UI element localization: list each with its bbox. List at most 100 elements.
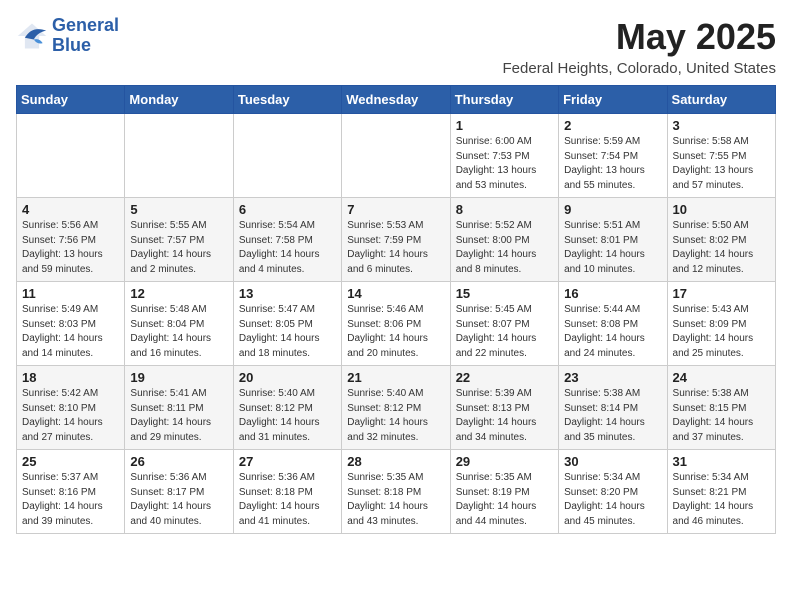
day-info: Sunrise: 5:36 AM Sunset: 8:17 PM Dayligh…: [130, 471, 227, 529]
day-number: 19: [130, 370, 227, 385]
weekday-header-tuesday: Tuesday: [233, 86, 341, 114]
day-number: 10: [673, 202, 770, 217]
day-info: Sunrise: 5:51 AM Sunset: 8:01 PM Dayligh…: [564, 219, 661, 277]
day-number: 17: [673, 286, 770, 301]
day-cell: 12 Sunrise: 5:48 AM Sunset: 8:04 PM Dayli…: [125, 282, 233, 366]
day-info: Sunrise: 5:48 AM Sunset: 8:04 PM Dayligh…: [130, 303, 227, 361]
day-info: Sunrise: 5:34 AM Sunset: 8:21 PM Dayligh…: [673, 471, 770, 529]
day-info: Sunrise: 5:43 AM Sunset: 8:09 PM Dayligh…: [673, 303, 770, 361]
day-number: 16: [564, 286, 661, 301]
day-cell: 28 Sunrise: 5:35 AM Sunset: 8:18 PM Dayli…: [342, 450, 450, 534]
day-number: 24: [673, 370, 770, 385]
day-cell: 23 Sunrise: 5:38 AM Sunset: 8:14 PM Dayli…: [559, 366, 667, 450]
weekday-header-thursday: Thursday: [450, 86, 558, 114]
day-info: Sunrise: 5:47 AM Sunset: 8:05 PM Dayligh…: [239, 303, 336, 361]
day-info: Sunrise: 5:38 AM Sunset: 8:15 PM Dayligh…: [673, 387, 770, 445]
day-cell: 19 Sunrise: 5:41 AM Sunset: 8:11 PM Dayli…: [125, 366, 233, 450]
day-cell: 27Sunrise: 5:36 AM Sunset: 8:18 PM Dayli…: [233, 450, 341, 534]
day-cell: 21Sunrise: 5:40 AM Sunset: 8:12 PM Dayli…: [342, 366, 450, 450]
day-cell: 15 Sunrise: 5:45 AM Sunset: 8:07 PM Dayli…: [450, 282, 558, 366]
day-cell: 13Sunrise: 5:47 AM Sunset: 8:05 PM Dayli…: [233, 282, 341, 366]
day-number: 11: [22, 286, 119, 301]
title-block: May 2025 Federal Heights, Colorado, Unit…: [503, 16, 776, 77]
day-info: Sunrise: 5:59 AM Sunset: 7:54 PM Dayligh…: [564, 135, 661, 193]
day-cell: 1 Sunrise: 6:00 AM Sunset: 7:53 PM Daylig…: [450, 114, 558, 198]
day-info: Sunrise: 5:35 AM Sunset: 8:19 PM Dayligh…: [456, 471, 553, 529]
logo-icon: [16, 20, 48, 52]
day-number: 2: [564, 118, 661, 133]
day-cell: 4 Sunrise: 5:56 AM Sunset: 7:56 PM Daylig…: [17, 198, 125, 282]
day-number: 28: [347, 454, 444, 469]
day-info: Sunrise: 6:00 AM Sunset: 7:53 PM Dayligh…: [456, 135, 553, 193]
week-row-2: 4 Sunrise: 5:56 AM Sunset: 7:56 PM Daylig…: [17, 198, 776, 282]
day-cell: 16 Sunrise: 5:44 AM Sunset: 8:08 PM Dayli…: [559, 282, 667, 366]
day-cell: 20Sunrise: 5:40 AM Sunset: 8:12 PM Dayli…: [233, 366, 341, 450]
weekday-header-sunday: Sunday: [17, 86, 125, 114]
day-number: 15: [456, 286, 553, 301]
day-number: 22: [456, 370, 553, 385]
day-number: 23: [564, 370, 661, 385]
day-info: Sunrise: 5:35 AM Sunset: 8:18 PM Dayligh…: [347, 471, 444, 529]
day-number: 27: [239, 454, 336, 469]
day-cell: 11 Sunrise: 5:49 AM Sunset: 8:03 PM Dayli…: [17, 282, 125, 366]
day-info: Sunrise: 5:38 AM Sunset: 8:14 PM Dayligh…: [564, 387, 661, 445]
day-cell: 3Sunrise: 5:58 AM Sunset: 7:55 PM Daylig…: [667, 114, 775, 198]
day-cell: [342, 114, 450, 198]
logo: General Blue: [16, 16, 119, 56]
week-row-5: 25Sunrise: 5:37 AM Sunset: 8:16 PM Dayli…: [17, 450, 776, 534]
logo-text: General Blue: [52, 16, 119, 56]
day-number: 9: [564, 202, 661, 217]
day-info: Sunrise: 5:34 AM Sunset: 8:20 PM Dayligh…: [564, 471, 661, 529]
day-number: 14: [347, 286, 444, 301]
day-cell: 9 Sunrise: 5:51 AM Sunset: 8:01 PM Daylig…: [559, 198, 667, 282]
weekday-header-friday: Friday: [559, 86, 667, 114]
day-info: Sunrise: 5:42 AM Sunset: 8:10 PM Dayligh…: [22, 387, 119, 445]
location: Federal Heights, Colorado, United States: [503, 60, 776, 77]
day-number: 8: [456, 202, 553, 217]
day-number: 6: [239, 202, 336, 217]
day-cell: [233, 114, 341, 198]
day-number: 1: [456, 118, 553, 133]
day-info: Sunrise: 5:44 AM Sunset: 8:08 PM Dayligh…: [564, 303, 661, 361]
day-info: Sunrise: 5:41 AM Sunset: 8:11 PM Dayligh…: [130, 387, 227, 445]
day-number: 29: [456, 454, 553, 469]
day-cell: [125, 114, 233, 198]
day-info: Sunrise: 5:56 AM Sunset: 7:56 PM Dayligh…: [22, 219, 119, 277]
day-cell: 22 Sunrise: 5:39 AM Sunset: 8:13 PM Dayli…: [450, 366, 558, 450]
page-header: General Blue May 2025 Federal Heights, C…: [16, 16, 776, 77]
day-cell: 2 Sunrise: 5:59 AM Sunset: 7:54 PM Daylig…: [559, 114, 667, 198]
weekday-header-wednesday: Wednesday: [342, 86, 450, 114]
day-number: 4: [22, 202, 119, 217]
weekday-header-row: SundayMondayTuesdayWednesdayThursdayFrid…: [17, 86, 776, 114]
day-number: 26: [130, 454, 227, 469]
day-cell: [17, 114, 125, 198]
day-info: Sunrise: 5:58 AM Sunset: 7:55 PM Dayligh…: [673, 135, 770, 193]
day-cell: 14 Sunrise: 5:46 AM Sunset: 8:06 PM Dayli…: [342, 282, 450, 366]
day-info: Sunrise: 5:40 AM Sunset: 8:12 PM Dayligh…: [347, 387, 444, 445]
weekday-header-saturday: Saturday: [667, 86, 775, 114]
day-info: Sunrise: 5:52 AM Sunset: 8:00 PM Dayligh…: [456, 219, 553, 277]
day-cell: 17 Sunrise: 5:43 AM Sunset: 8:09 PM Dayli…: [667, 282, 775, 366]
day-info: Sunrise: 5:53 AM Sunset: 7:59 PM Dayligh…: [347, 219, 444, 277]
day-info: Sunrise: 5:45 AM Sunset: 8:07 PM Dayligh…: [456, 303, 553, 361]
day-number: 5: [130, 202, 227, 217]
day-cell: 6Sunrise: 5:54 AM Sunset: 7:58 PM Daylig…: [233, 198, 341, 282]
day-number: 31: [673, 454, 770, 469]
week-row-4: 18 Sunrise: 5:42 AM Sunset: 8:10 PM Dayli…: [17, 366, 776, 450]
day-number: 30: [564, 454, 661, 469]
day-cell: 29 Sunrise: 5:35 AM Sunset: 8:19 PM Dayli…: [450, 450, 558, 534]
day-info: Sunrise: 5:37 AM Sunset: 8:16 PM Dayligh…: [22, 471, 119, 529]
day-number: 18: [22, 370, 119, 385]
day-cell: 30 Sunrise: 5:34 AM Sunset: 8:20 PM Dayli…: [559, 450, 667, 534]
day-cell: 7 Sunrise: 5:53 AM Sunset: 7:59 PM Daylig…: [342, 198, 450, 282]
day-info: Sunrise: 5:46 AM Sunset: 8:06 PM Dayligh…: [347, 303, 444, 361]
day-info: Sunrise: 5:39 AM Sunset: 8:13 PM Dayligh…: [456, 387, 553, 445]
day-number: 20: [239, 370, 336, 385]
day-info: Sunrise: 5:49 AM Sunset: 8:03 PM Dayligh…: [22, 303, 119, 361]
day-cell: 25Sunrise: 5:37 AM Sunset: 8:16 PM Dayli…: [17, 450, 125, 534]
week-row-1: 1 Sunrise: 6:00 AM Sunset: 7:53 PM Daylig…: [17, 114, 776, 198]
day-cell: 10Sunrise: 5:50 AM Sunset: 8:02 PM Dayli…: [667, 198, 775, 282]
day-cell: 31 Sunrise: 5:34 AM Sunset: 8:21 PM Dayli…: [667, 450, 775, 534]
day-number: 7: [347, 202, 444, 217]
day-number: 12: [130, 286, 227, 301]
